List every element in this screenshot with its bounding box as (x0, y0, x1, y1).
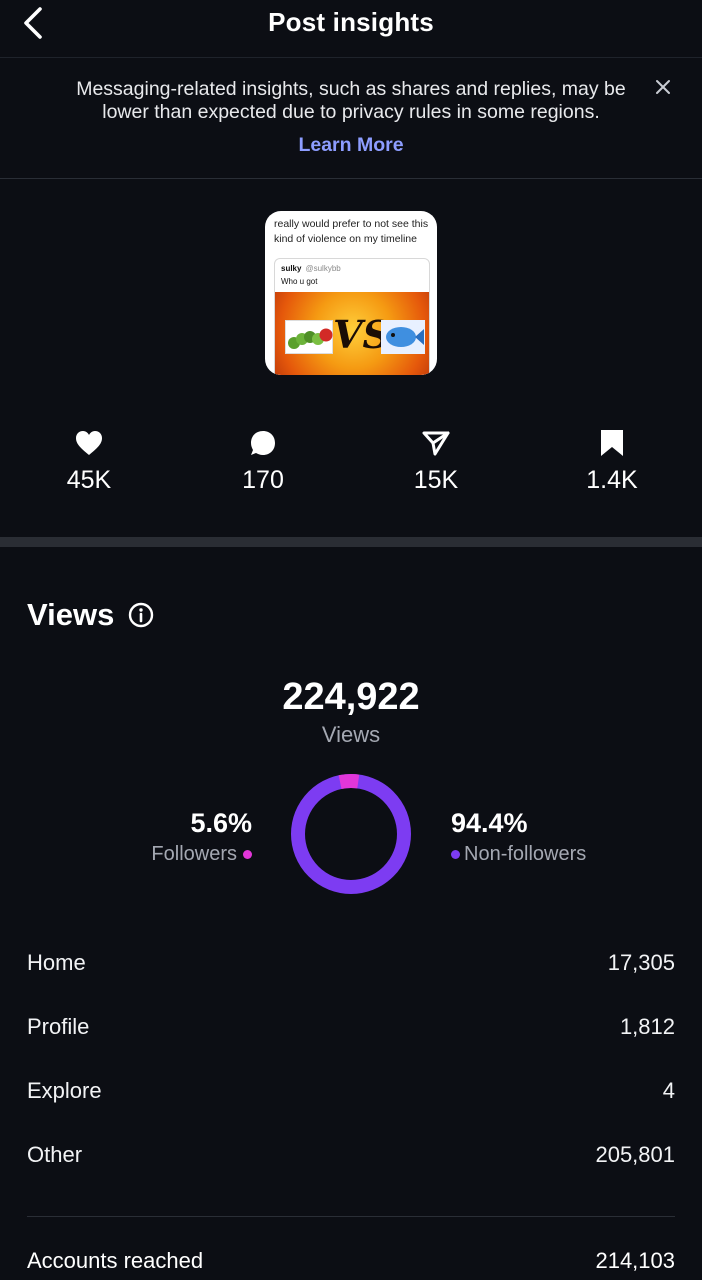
shares-count: 15K (413, 466, 459, 494)
nonfollowers-label: Non-followers (464, 843, 587, 865)
saves-stat: 1.4K (552, 428, 672, 495)
info-icon[interactable] (128, 602, 154, 628)
source-value: 4 (662, 1078, 675, 1103)
saves-count: 1.4K (586, 466, 638, 494)
list-item: Home 17,305 (27, 950, 675, 1014)
nonfollowers-breakdown: 94.4% Non-followers (451, 808, 651, 866)
list-item: Profile 1,812 (27, 1014, 675, 1078)
followers-legend-dot (243, 850, 252, 859)
heart-icon (76, 431, 102, 455)
close-notice-button[interactable] (652, 76, 674, 98)
views-title: Views (27, 597, 115, 632)
chevron-left-icon (24, 7, 42, 39)
caterpillar-image (285, 320, 333, 354)
source-value: 1,812 (619, 1014, 675, 1039)
tweet-handle: @sulkybb (305, 264, 341, 273)
source-label: Home (27, 950, 86, 975)
fish-image (381, 320, 425, 354)
post-thumbnail[interactable]: really would prefer to not see this kind… (265, 211, 437, 375)
bookmark-icon (601, 430, 623, 456)
comment-icon (251, 431, 275, 455)
tweet-user: sulky @sulkybb (281, 264, 341, 273)
learn-more-link[interactable]: Learn More (0, 134, 702, 157)
back-button[interactable] (18, 6, 48, 40)
privacy-notice: Messaging-related insights, such as shar… (0, 58, 702, 179)
page-title: Post insights (268, 7, 434, 37)
total-views-label: Views (321, 722, 381, 747)
nonfollowers-arc (291, 774, 411, 894)
nonfollowers-legend-dot (451, 850, 460, 859)
list-item: Explore 4 (27, 1078, 675, 1142)
source-value: 17,305 (607, 950, 675, 975)
nonfollowers-percentage: 94.4% (451, 808, 528, 838)
list-item: Other 205,801 (27, 1142, 675, 1206)
list-divider (27, 1216, 675, 1217)
tweet-username: sulky (281, 264, 302, 273)
followers-percentage: 5.6% (190, 808, 252, 838)
top-bar: Post insights (0, 0, 702, 58)
likes-count: 45K (66, 466, 112, 494)
tweet-image: VS (275, 292, 429, 375)
notice-text: Messaging-related insights, such as shar… (76, 78, 626, 123)
source-label: Explore (27, 1078, 102, 1103)
accounts-reached-row: Accounts reached 214,103 (27, 1248, 675, 1274)
embedded-tweet: sulky @sulkybb Who u got VS (274, 258, 430, 375)
source-label: Other (27, 1142, 83, 1167)
source-label: Profile (27, 1014, 90, 1039)
total-views-count: 224,922 (282, 676, 420, 718)
share-icon (422, 431, 450, 456)
engagement-stats: 45K 170 15K 1.4K (0, 428, 702, 508)
accounts-reached-label: Accounts reached (27, 1248, 204, 1273)
followers-label: Followers (151, 843, 237, 865)
views-heading: Views (27, 597, 154, 633)
comments-stat: 170 (203, 428, 323, 495)
view-sources-list: Home 17,305 Profile 1,812 Explore 4 Othe… (27, 950, 675, 1206)
source-value: 205,801 (595, 1142, 675, 1167)
comments-count: 170 (242, 466, 284, 494)
close-icon (656, 80, 670, 94)
accounts-reached-value: 214,103 (595, 1248, 675, 1273)
tweet-text: Who u got (281, 277, 318, 286)
thumbnail-caption: really would prefer to not see this kind… (274, 218, 429, 245)
views-donut-chart (291, 774, 411, 894)
followers-breakdown: 5.6% Followers (100, 808, 252, 866)
shares-stat: 15K (376, 428, 496, 495)
section-divider (0, 537, 702, 547)
likes-stat: 45K (29, 428, 149, 495)
